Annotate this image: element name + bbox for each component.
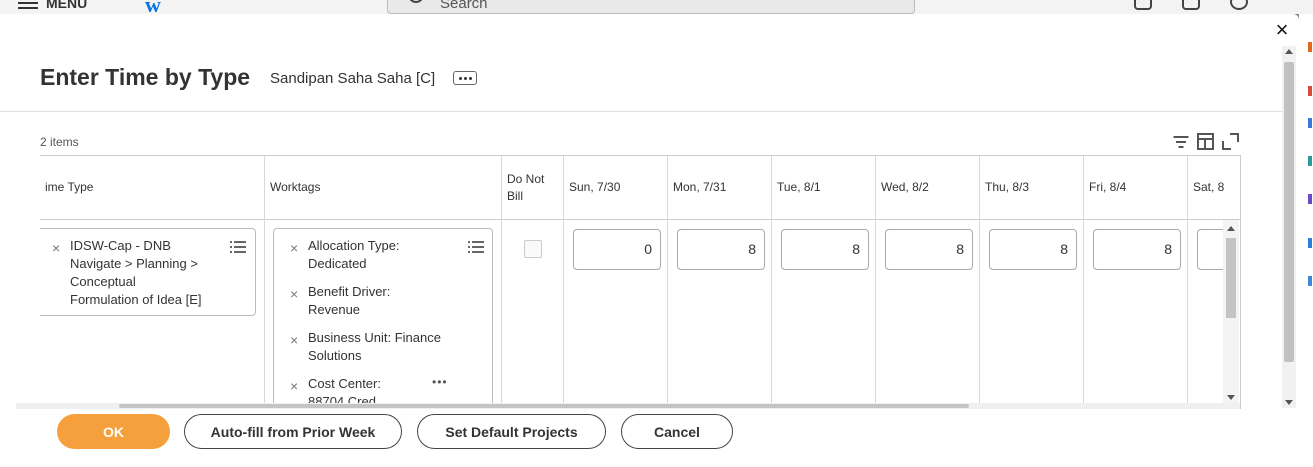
worktag-line: Revenue xyxy=(308,302,361,317)
worktag-pill: × Benefit Driver: Revenue xyxy=(290,283,458,319)
grid-header-row: ime Type Worktags Do Not Bill Sun, 7/30 … xyxy=(40,156,1240,220)
side-icon-blue xyxy=(1308,118,1312,128)
workday-logo: w xyxy=(145,0,161,14)
ok-button[interactable]: OK xyxy=(57,414,170,449)
hours-input-tue[interactable]: 8 xyxy=(781,229,869,270)
dot-icon xyxy=(458,76,462,80)
worktags-prompt[interactable]: × Allocation Type: Dedicated × Benefit D… xyxy=(273,228,493,408)
column-header-thu[interactable]: Thu, 8/3 xyxy=(980,156,1083,219)
worktag-pill: × Business Unit: Finance Solutions xyxy=(290,329,478,365)
search-placeholder: Search xyxy=(440,0,488,12)
autofill-prior-week-button[interactable]: Auto-fill from Prior Week xyxy=(184,414,402,449)
worktag-line: Benefit Driver: xyxy=(308,284,391,299)
filter-icon[interactable] xyxy=(1172,133,1189,150)
menu-label: MENU xyxy=(46,0,88,11)
close-icon[interactable]: × xyxy=(1272,19,1292,41)
header-icons xyxy=(1134,0,1248,10)
search-icon xyxy=(408,0,424,3)
worktag-pill: × Allocation Type: Dedicated xyxy=(290,237,458,273)
remove-icon[interactable]: × xyxy=(290,377,298,395)
items-count: 2 items xyxy=(40,135,79,149)
hours-input-fri[interactable]: 8 xyxy=(1093,229,1181,270)
column-header-mon[interactable]: Mon, 7/31 xyxy=(668,156,771,219)
time-type-pill: × IDSW-Cap - DNB Navigate > Planning > C… xyxy=(52,237,230,309)
time-entry-grid: ime Type Worktags Do Not Bill Sun, 7/30 … xyxy=(40,155,1241,409)
header-divider xyxy=(0,111,1282,112)
hours-input-sun[interactable]: 0 xyxy=(573,229,661,270)
worker-name: Sandipan Saha Saha [C] xyxy=(270,70,436,87)
background-top-bar: MENU w Search xyxy=(0,0,1313,14)
column-header-tue[interactable]: Tue, 8/1 xyxy=(772,156,875,219)
grid-horizontal-scrollbar[interactable] xyxy=(16,403,1240,409)
enter-time-dialog: × Enter Time by Type Sandipan Saha Saha … xyxy=(0,14,1299,467)
global-search-input[interactable]: Search xyxy=(387,0,915,14)
scroll-down-arrow-icon[interactable] xyxy=(1227,395,1235,400)
list-icon[interactable] xyxy=(468,241,484,253)
column-header-time-type[interactable]: ime Type xyxy=(40,156,264,219)
scroll-up-arrow-icon[interactable] xyxy=(1227,226,1235,231)
column-header-do-not-bill[interactable]: Do Not Bill xyxy=(502,156,563,219)
column-header-wed[interactable]: Wed, 8/2 xyxy=(876,156,979,219)
scroll-down-arrow-icon[interactable] xyxy=(1285,400,1293,405)
time-type-line: Navigate > Planning > xyxy=(70,256,198,271)
dot-icon xyxy=(468,76,472,80)
page-title: Enter Time by Type xyxy=(40,64,251,90)
worktag-line: Business Unit: Finance xyxy=(308,330,441,345)
list-icon[interactable] xyxy=(230,241,246,253)
worktag-line: Dedicated xyxy=(308,256,367,271)
side-icon-teal xyxy=(1308,156,1312,166)
related-actions-button[interactable] xyxy=(453,71,477,85)
side-icon-red xyxy=(1308,86,1312,96)
scroll-up-arrow-icon[interactable] xyxy=(1285,49,1293,54)
column-layout-icon[interactable] xyxy=(1197,133,1214,150)
set-default-projects-button[interactable]: Set Default Projects xyxy=(417,414,606,449)
grid-vertical-scrollbar[interactable] xyxy=(1223,220,1239,408)
worktag-line: Solutions xyxy=(308,348,362,363)
profile-icon[interactable] xyxy=(1230,0,1248,10)
time-type-line: IDSW-Cap - DNB xyxy=(70,238,171,253)
side-icon-purple xyxy=(1308,194,1312,204)
table-row: × IDSW-Cap - DNB Navigate > Planning > C… xyxy=(40,220,1240,408)
dot-icon xyxy=(463,76,467,80)
remove-icon[interactable]: × xyxy=(52,239,60,257)
notifications-icon[interactable] xyxy=(1134,0,1152,10)
column-header-sun[interactable]: Sun, 7/30 xyxy=(564,156,667,219)
time-type-line: Formulation of Idea [E] xyxy=(70,292,202,307)
worktag-line: Allocation Type: xyxy=(308,238,400,253)
remove-icon[interactable]: × xyxy=(290,285,298,303)
background-side-strip xyxy=(1299,14,1313,467)
remove-icon[interactable]: × xyxy=(290,239,298,257)
more-options-icon[interactable]: ••• xyxy=(432,375,448,389)
time-type-line: Conceptual xyxy=(70,274,136,289)
dialog-scrollbar-thumb[interactable] xyxy=(1284,62,1294,362)
fullscreen-icon[interactable] xyxy=(1222,133,1239,150)
hamburger-icon xyxy=(18,0,38,9)
cancel-button[interactable]: Cancel xyxy=(621,414,733,449)
hours-input-wed[interactable]: 8 xyxy=(885,229,973,270)
side-icon-orange xyxy=(1308,42,1312,52)
dialog-scrollbar[interactable] xyxy=(1282,46,1296,408)
time-type-prompt[interactable]: × IDSW-Cap - DNB Navigate > Planning > C… xyxy=(40,228,256,316)
hours-input-thu[interactable]: 8 xyxy=(989,229,1077,270)
menu-button[interactable]: MENU xyxy=(18,0,87,11)
side-icon-blue-3 xyxy=(1308,276,1312,286)
column-header-fri[interactable]: Fri, 8/4 xyxy=(1084,156,1187,219)
side-icon-blue-2 xyxy=(1308,238,1312,248)
hours-input-mon[interactable]: 8 xyxy=(677,229,765,270)
grid-hscroll-thumb[interactable] xyxy=(119,404,969,408)
column-header-sat[interactable]: Sat, 8 xyxy=(1188,156,1240,219)
grid-scrollbar-thumb[interactable] xyxy=(1226,238,1236,318)
remove-icon[interactable]: × xyxy=(290,331,298,349)
inbox-icon[interactable] xyxy=(1182,0,1200,10)
do-not-bill-checkbox[interactable] xyxy=(524,240,542,258)
column-header-worktags[interactable]: Worktags xyxy=(265,156,501,219)
grid-toolbar xyxy=(1172,133,1239,150)
